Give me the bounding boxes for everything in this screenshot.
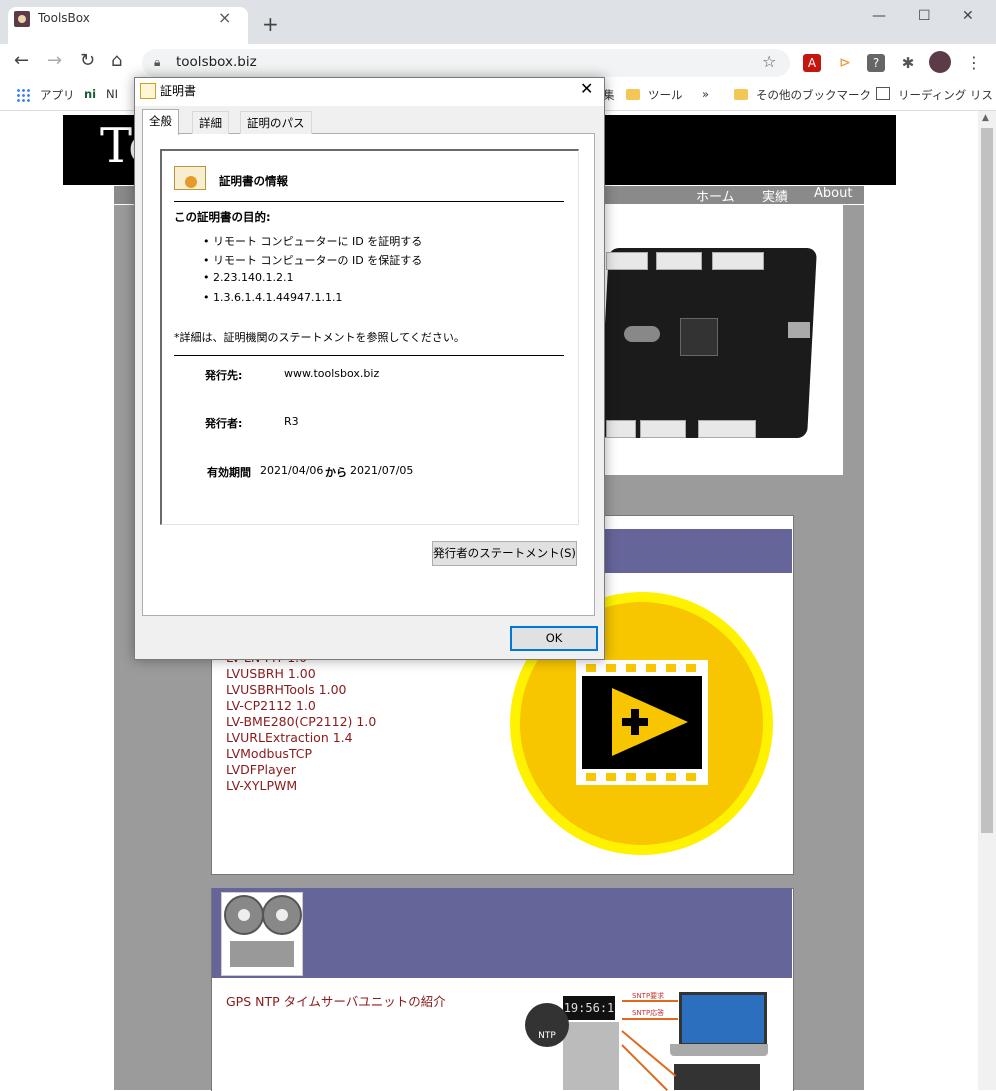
tape-recorder-image <box>221 892 303 976</box>
recorder-deck <box>230 941 294 967</box>
dialog-titlebar[interactable] <box>135 78 604 106</box>
sntp-label: SNTP要求 <box>632 992 665 1000</box>
reload-icon[interactable]: ↻ <box>80 50 95 72</box>
close-window-button[interactable]: ✕ <box>962 8 974 24</box>
valid-to: 2021/07/05 <box>350 464 414 477</box>
purpose-item: • リモート コンピューターに ID を証明する <box>203 235 423 248</box>
board-connector <box>640 420 686 438</box>
pdf-extension-icon[interactable]: A <box>803 54 821 72</box>
board-usb-port <box>788 322 810 338</box>
issued-to-value: www.toolsbox.biz <box>284 367 380 380</box>
network-device <box>674 1064 760 1090</box>
product-link[interactable]: LV-XYLPWM <box>226 778 297 793</box>
tab-details[interactable]: 詳細 <box>192 111 229 134</box>
purpose-item: • 1.3.6.1.4.1.44947.1.1.1 <box>203 291 343 304</box>
gps-clock-display: 19:56:1 <box>563 996 615 1020</box>
gps-device-image <box>563 1022 619 1090</box>
product-link[interactable]: LVDFPlayer <box>226 762 296 777</box>
valid-from: 2021/04/06 <box>260 464 324 477</box>
close-icon[interactable]: ✕ <box>580 79 593 98</box>
divider <box>174 201 564 202</box>
product-link[interactable]: LV-CP2112 1.0 <box>226 698 316 713</box>
tab-general[interactable]: 全般 <box>142 109 179 135</box>
bookmarks-more[interactable]: » <box>702 87 709 101</box>
folder-icon <box>734 89 748 100</box>
board-connector <box>606 252 648 270</box>
board-chip <box>680 318 718 356</box>
folder-icon <box>626 89 640 100</box>
new-tab-button[interactable]: + <box>262 14 279 34</box>
profile-avatar[interactable] <box>929 51 951 73</box>
purpose-item: • 2.23.140.1.2.1 <box>203 271 294 284</box>
plus-icon <box>631 709 639 735</box>
minimize-button[interactable]: — <box>872 8 886 24</box>
home-icon[interactable]: ⌂ <box>111 50 122 72</box>
back-icon[interactable]: ← <box>14 50 29 72</box>
divider <box>174 355 564 356</box>
ntp-clock-badge: NTP <box>525 1003 569 1047</box>
reel-icon <box>262 895 302 935</box>
product-link[interactable]: LVModbusTCP <box>226 746 312 761</box>
board-connector <box>606 420 636 438</box>
nav-home[interactable]: ホーム <box>696 186 735 205</box>
issued-to-label: 発行先: <box>205 369 243 382</box>
ni-icon[interactable]: ni <box>84 87 96 101</box>
tab-title: ToolsBox <box>38 11 90 25</box>
certificate-heading: 証明書の情報 <box>219 174 288 188</box>
apps-icon[interactable] <box>16 88 30 102</box>
tab-favicon-icon <box>14 11 30 27</box>
reading-list-icon <box>876 87 890 100</box>
valid-label: 有効期間 <box>207 466 251 479</box>
bookmark-other[interactable]: その他のブックマーク <box>734 87 871 103</box>
dialog-title: 証明書 <box>160 84 197 98</box>
lock-icon[interactable]: 🔒︎ <box>154 55 160 70</box>
certificate-seal-icon <box>185 176 197 188</box>
star-icon[interactable]: ☆ <box>762 52 776 71</box>
sntp-arrow <box>622 1018 678 1020</box>
product-link[interactable]: LVUSBRH 1.00 <box>226 666 316 681</box>
board-connector <box>698 420 756 438</box>
help-extension-icon[interactable]: ? <box>867 54 885 72</box>
reel-icon <box>224 895 264 935</box>
purpose-item: • リモート コンピューターの ID を保証する <box>203 254 423 267</box>
authority-note: *詳細は、証明機関のステートメントを参照してください。 <box>174 331 465 344</box>
scroll-up-icon[interactable]: ▲ <box>982 113 989 123</box>
gps-ntp-link[interactable]: GPS NTP タイムサーバユニットの紹介 <box>226 991 446 1010</box>
maximize-button[interactable]: ☐ <box>918 8 931 24</box>
forward-icon[interactable]: → <box>47 50 62 72</box>
bookmark-apps[interactable]: アプリ <box>40 87 75 103</box>
nav-about[interactable]: About <box>814 186 852 201</box>
issued-by-label: 発行者: <box>205 417 243 430</box>
board-connector <box>656 252 702 270</box>
reading-list[interactable]: リーディング リスト <box>876 87 996 103</box>
nav-works[interactable]: 実績 <box>762 186 788 205</box>
tab-close-icon[interactable]: × <box>218 8 231 27</box>
menu-icon[interactable]: ⋮ <box>966 53 982 72</box>
url-text[interactable]: toolsbox.biz <box>176 54 257 70</box>
sntp-label: SNTP応答 <box>632 1009 665 1017</box>
bookmark-ni[interactable]: NI <box>106 87 118 101</box>
ok-button[interactable]: OK <box>510 626 598 651</box>
issuer-statement-button[interactable]: 発行者のステートメント(S) <box>432 541 577 566</box>
certificate-icon <box>140 83 156 99</box>
valid-word: から <box>325 466 347 479</box>
purpose-heading: この証明書の目的: <box>174 210 271 224</box>
product-link[interactable]: LVUSBRHTools 1.00 <box>226 682 346 697</box>
arrow-extension-icon[interactable]: ⊳ <box>836 54 854 72</box>
extensions-icon[interactable]: ✱ <box>899 54 917 72</box>
tab-cert-path[interactable]: 証明のパス <box>240 111 312 134</box>
issued-by-value: R3 <box>284 415 299 428</box>
board-connector <box>712 252 764 270</box>
product-link[interactable]: LV-BME280(CP2112) 1.0 <box>226 714 376 729</box>
product-link[interactable]: LVURLExtraction 1.4 <box>226 730 353 745</box>
board-crystal <box>624 326 660 342</box>
scrollbar-thumb[interactable] <box>981 128 993 833</box>
laptop-screen <box>679 992 767 1046</box>
bookmark-tools[interactable]: ツール <box>626 87 683 103</box>
laptop-base <box>670 1044 768 1056</box>
